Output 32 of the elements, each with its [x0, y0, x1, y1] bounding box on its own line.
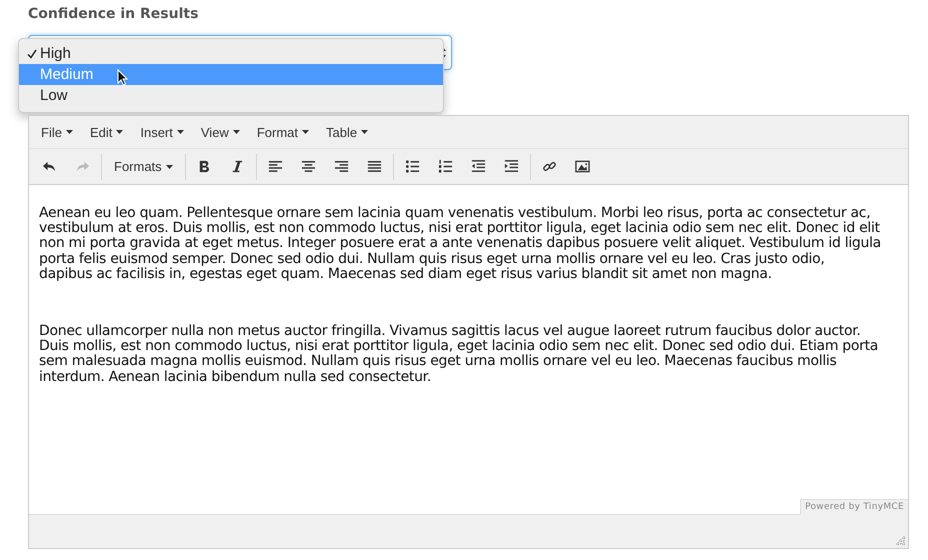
caret-icon — [176, 130, 184, 134]
caret-icon — [361, 130, 368, 134]
dropdown-option[interactable]: High — [19, 43, 443, 64]
menu-item[interactable]: Insert — [140, 124, 184, 140]
indent-icon — [504, 159, 519, 174]
link-icon — [542, 159, 557, 174]
caret-icon — [302, 130, 309, 134]
outdent-icon — [470, 159, 486, 174]
dropdown-option[interactable]: Low — [19, 85, 443, 106]
caret-icon — [166, 164, 173, 168]
field-label: Confidence in Results — [28, 6, 198, 22]
align-left-icon — [268, 159, 283, 174]
numbered-list-icon — [438, 159, 453, 174]
align-right-icon — [334, 159, 349, 174]
mouse-pointer-icon — [117, 69, 129, 86]
justify-icon — [366, 159, 382, 174]
caret-icon — [232, 130, 240, 134]
menu-item[interactable]: File — [41, 124, 73, 140]
menu-item[interactable]: Format — [256, 124, 309, 140]
bulleted-list-icon — [404, 159, 420, 174]
caret-icon — [66, 130, 73, 134]
formats-dropdown[interactable]: Formats — [104, 153, 183, 180]
menu-item[interactable]: Edit — [90, 124, 124, 140]
align-center-icon — [300, 159, 316, 174]
paragraph: Donec ullamcorper nulla non metus auctor fringilla. Vivamus sagittis lacus vel augue laoreet rutrum faucibus dolor auctor. Duis mollis, est non commodo luctus, nisi erat porttitor ligula, eget lacinia odio sem nec elit. Donec sed odio dui. Etiam porta sem malesuada magna mollis euismod. Nullam quis risus eget urna mollis ornare vel eu leo. Maecenas faucibus mollis interdum. Aenean lacinia bibendum nulla sed consectetur. — [39, 324, 880, 385]
menu-item[interactable]: View — [200, 124, 240, 140]
check-icon — [27, 48, 37, 58]
paragraph: Aenean eu leo quam. Pellentesque ornare sem lacinia quam venenatis vestibulum. Morbi leo risus, porta ac consectetur ac, vestibulum at eros. Duis mollis, est non commodo luctus, nisi erat porttitor ligula, eget lacinia odio sem nec elit. Donec id elit non mi porta gravida at eget metus. Integer posuere erat a ante venenatis dapibus posuere velit aliquet. Vestibulum id ligula porta felis euismod semper. Donec sed odio dui. Nullam quis risus eget urna mollis ornare vel eu leo. Cras justo odio, dapibus ac facilisis in, egestas eget quam. Maecenas sed diam eget risus varius blandit sit amet non magna. — [39, 206, 881, 282]
caret-icon — [116, 130, 124, 134]
image-icon — [574, 159, 590, 174]
menu-item[interactable]: Table — [326, 124, 368, 140]
resize-handle-icon[interactable] — [896, 536, 905, 545]
